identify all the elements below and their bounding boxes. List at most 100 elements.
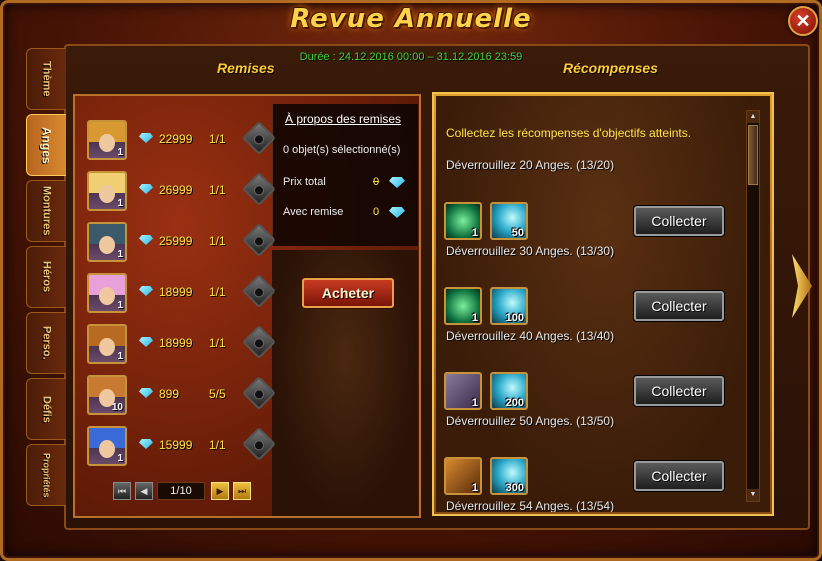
item-price: 899 [159, 387, 180, 401]
item-count: 1/1 [209, 183, 226, 197]
reward-item-icon[interactable]: 1 [444, 287, 482, 325]
item-row[interactable]: 1 22999 1/1 [87, 120, 277, 164]
item-row[interactable]: 1 18999 1/1 [87, 324, 277, 368]
item-count: 1/1 [209, 132, 226, 146]
diamond-icon [389, 207, 405, 218]
item-level: 1 [117, 300, 123, 311]
angel-portrait[interactable]: 10 [87, 375, 127, 415]
item-price: 18999 [159, 336, 193, 350]
select-toggle[interactable] [242, 223, 276, 257]
collect-button[interactable]: Collecter [634, 376, 724, 406]
reward-item-icon[interactable]: 1 [444, 372, 482, 410]
portrait-face [99, 338, 115, 356]
angel-portrait[interactable]: 1 [87, 426, 127, 466]
blue-soul-icon[interactable]: 100 [490, 287, 528, 325]
diamond-icon [139, 337, 153, 347]
discounts-header: Remises [217, 60, 275, 76]
blue-soul-icon[interactable]: 200 [490, 372, 528, 410]
total-price-label: Prix total [283, 176, 326, 188]
item-row[interactable]: 1 25999 1/1 [87, 222, 277, 266]
scroll-up-icon[interactable]: ▲ [747, 111, 759, 123]
item-level: 1 [117, 453, 123, 464]
tab-challenges[interactable]: Défis [26, 378, 66, 440]
reward-quantity: 100 [505, 312, 524, 324]
scroll-down-icon[interactable]: ▼ [747, 489, 759, 501]
item-row[interactable]: 1 18999 1/1 [87, 273, 277, 317]
collect-button[interactable]: Collecter [634, 461, 724, 491]
tab-mounts[interactable]: Montures [26, 180, 66, 242]
select-toggle[interactable] [242, 274, 276, 308]
item-count: 1/1 [209, 234, 226, 248]
item-count: 1/1 [209, 438, 226, 452]
rewards-list: Collectez les récompenses d'objectifs at… [436, 96, 770, 512]
collect-button[interactable]: Collecter [634, 291, 724, 321]
item-price: 15999 [159, 438, 193, 452]
select-toggle[interactable] [242, 325, 276, 359]
collect-button[interactable]: Collecter [634, 206, 724, 236]
item-count: 1/1 [209, 336, 226, 350]
diamond-icon [139, 235, 153, 245]
reward-item-icon[interactable]: 1 [444, 202, 482, 240]
prev-page-button[interactable]: ◀ [135, 482, 153, 500]
first-page-button[interactable]: ⏮ [113, 482, 131, 500]
portrait-face [99, 287, 115, 305]
rewards-scrollbar[interactable]: ▲ ▼ [746, 110, 760, 502]
close-button[interactable]: ✕ [788, 6, 818, 36]
rewards-header: Récompenses [563, 60, 658, 76]
tab-properties[interactable]: Propriétés [26, 444, 66, 506]
tab-angels[interactable]: Anges [26, 114, 66, 176]
reward-quantity: 200 [505, 397, 524, 409]
item-level: 1 [117, 351, 123, 362]
item-level: 1 [117, 249, 123, 260]
diamond-icon [139, 286, 153, 296]
item-level: 10 [111, 402, 123, 413]
reward-quantity: 1 [471, 312, 478, 324]
discount-price-label: Avec remise [283, 206, 344, 218]
select-toggle[interactable] [242, 376, 276, 410]
rewards-intro: Collectez les récompenses d'objectifs at… [446, 126, 692, 140]
reward-quantity: 1 [471, 227, 478, 239]
goal-text: Déverrouillez 20 Anges. (13/20) [446, 158, 615, 172]
portrait-face [99, 440, 115, 458]
diamond-icon [389, 177, 405, 188]
purchase-summary: À propos des remises 0 objet(s) sélectio… [272, 104, 418, 246]
about-discounts-link[interactable]: À propos des remises [285, 112, 401, 126]
select-toggle[interactable] [242, 172, 276, 206]
item-price: 25999 [159, 234, 193, 248]
angel-portrait[interactable]: 1 [87, 120, 127, 160]
buy-button[interactable]: Acheter [302, 278, 394, 308]
total-price-value: 0 [373, 176, 380, 188]
tab-perso[interactable]: Perso. [26, 312, 66, 374]
diamond-icon [139, 133, 153, 143]
portrait-face [99, 134, 115, 152]
tab-theme[interactable]: Thème [26, 48, 66, 110]
item-level: 1 [117, 198, 123, 209]
last-page-button[interactable]: ⏭ [233, 482, 251, 500]
reward-item-icon[interactable]: 1 [444, 457, 482, 495]
angel-portrait[interactable]: 1 [87, 273, 127, 313]
scroll-thumb[interactable] [748, 125, 758, 185]
event-duration: Durée : 24.12.2016 00:00 – 31.12.2016 23… [299, 51, 523, 63]
item-price: 18999 [159, 285, 193, 299]
goal-text: Déverrouillez 40 Anges. (13/40) [446, 329, 615, 343]
angel-portrait[interactable]: 1 [87, 222, 127, 262]
reward-quantity: 300 [505, 482, 524, 494]
item-row[interactable]: 1 15999 1/1 [87, 426, 277, 470]
tab-heroes[interactable]: Héros [26, 246, 66, 308]
blue-soul-icon[interactable]: 50 [490, 202, 528, 240]
select-toggle[interactable] [242, 121, 276, 155]
item-row[interactable]: 10 899 5/5 [87, 375, 277, 419]
portrait-face [99, 185, 115, 203]
blue-soul-icon[interactable]: 300 [490, 457, 528, 495]
item-row[interactable]: 1 26999 1/1 [87, 171, 277, 215]
next-page-button[interactable]: ▶ [211, 482, 229, 500]
angel-portrait[interactable]: 1 [87, 171, 127, 211]
goal-text: Déverrouillez 54 Anges. (13/54) [446, 499, 615, 512]
select-toggle[interactable] [242, 427, 276, 461]
angel-portrait[interactable]: 1 [87, 324, 127, 364]
portrait-face [99, 236, 115, 254]
window-title: Revue Annuelle [290, 4, 532, 34]
item-count: 5/5 [209, 387, 226, 401]
item-price: 26999 [159, 183, 193, 197]
item-level: 1 [117, 147, 123, 158]
